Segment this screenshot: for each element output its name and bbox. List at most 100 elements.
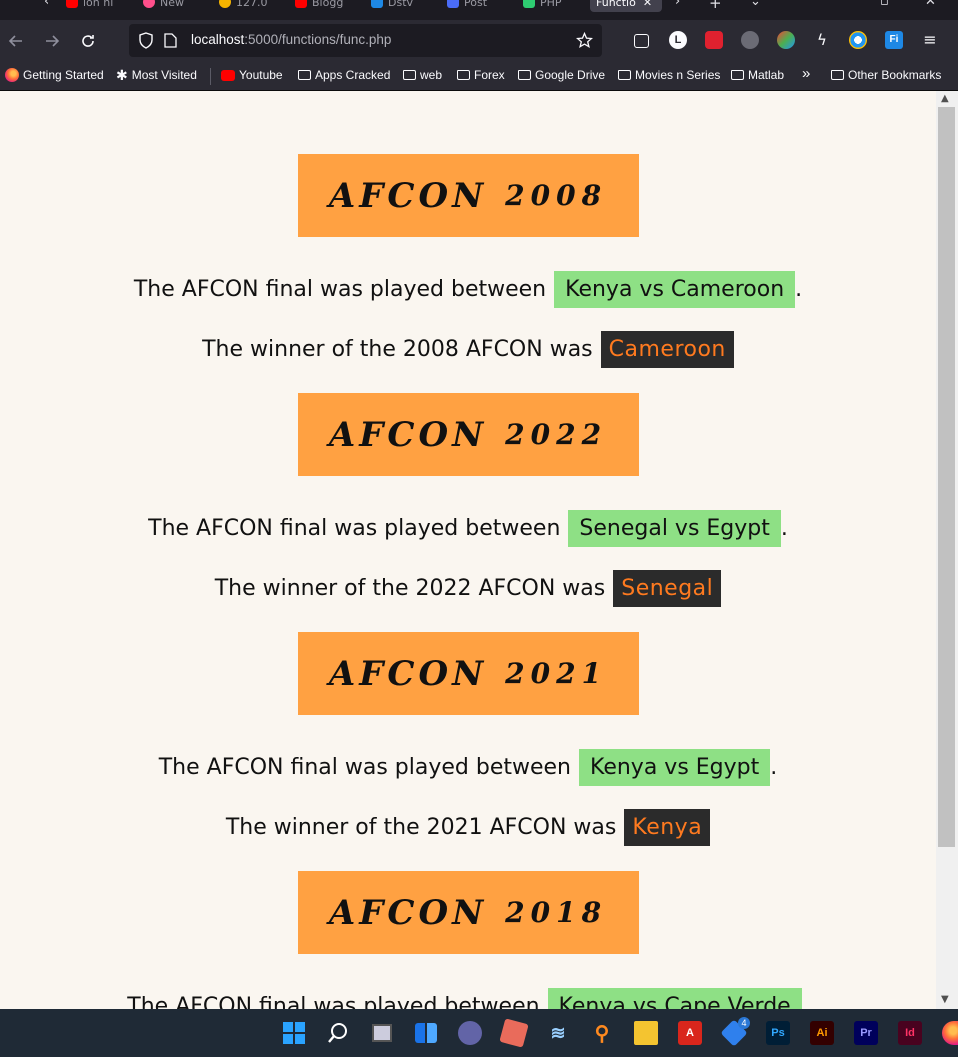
firefox-icon [143,0,155,8]
tab-label: ion hi [83,0,114,9]
bookmark-matlab[interactable]: Matlab [731,68,784,82]
bookmark-google-drive[interactable]: Google Drive [518,68,605,82]
tab-list-icon[interactable]: ⌄ [750,0,761,9]
tab-2[interactable]: New [143,0,184,12]
tab-1[interactable]: ion hi [66,0,113,12]
vertical-scrollbar[interactable]: ▲ ▼ [936,91,958,1009]
tab-7[interactable]: PHP [523,0,562,12]
start-icon[interactable] [282,1021,306,1045]
maximize-icon[interactable]: ▫ [880,0,889,9]
section-heading: AFCON 2021 [297,632,639,715]
docker-icon[interactable]: ≋ [546,1021,570,1045]
final-line: The AFCON final was played between Kenya… [0,747,936,787]
lightning-icon[interactable]: ϟ [813,31,831,49]
heading-year: 2022 [505,418,608,451]
photoshop-icon[interactable]: Ps [766,1021,790,1045]
tab-6[interactable]: Post [447,0,487,12]
shield-icon[interactable] [138,32,154,49]
bookmark-label: Youtube [239,68,283,82]
taskbar: ≋ ⚲ A 4 Ps Ai Pr Id [0,1009,958,1057]
folder-icon [403,70,416,80]
bookmark-apps-cracked[interactable]: Apps Cracked [298,68,390,82]
bookmark-label: Matlab [748,68,785,82]
search-everything-icon[interactable]: ⚲ [590,1021,614,1045]
search-icon[interactable] [326,1021,350,1045]
heading-year: 2021 [505,657,608,690]
package-icon[interactable] [499,1018,529,1048]
edge-ext-icon[interactable] [849,31,867,49]
heading-year: 2008 [505,179,608,212]
bookmark-most-visited[interactable]: ✱ Most Visited [116,68,197,82]
bookmark-youtube[interactable]: Youtube [221,68,283,82]
final-suffix: . [795,276,803,302]
heading-word: AFCON [328,414,488,455]
bookmark-forex[interactable]: Forex [457,68,505,82]
adblock-icon[interactable] [705,31,723,49]
task-view-icon[interactable] [370,1021,394,1045]
final-suffix: . [801,993,809,1010]
tab-active[interactable]: Functio ✕ [590,0,662,12]
folder-icon [831,70,844,80]
blocker-icon[interactable] [741,31,759,49]
bookmark-movies-n-series[interactable]: Movies n Series [618,68,720,82]
firefox-icon[interactable] [942,1021,958,1045]
pocket-icon[interactable] [634,34,649,48]
bookmark-getting-started[interactable]: Getting Started [5,68,104,82]
acrobat-icon[interactable]: A [678,1021,702,1045]
winner-line: The winner of the 2021 AFCON was Kenya [0,807,936,847]
tab-5[interactable]: Dstv [371,0,413,12]
premiere-icon[interactable]: Pr [854,1021,878,1045]
close-tab-icon[interactable]: ✕ [643,0,652,9]
tab-label: Dstv [388,0,414,9]
heading-year: 2018 [505,896,608,929]
scroll-up-icon[interactable]: ▲ [941,93,949,104]
url-text[interactable]: localhost:5000/functions/func.php [191,32,391,47]
url-bar[interactable]: localhost:5000/functions/func.php [129,24,602,57]
firefox-icon [5,68,19,82]
folder-icon [457,70,470,80]
final-prefix: The AFCON final was played between [133,276,547,302]
illustrator-icon[interactable]: Ai [810,1021,834,1045]
fi-ext-icon[interactable]: Fi [885,31,903,49]
tab-scroll-left-icon[interactable]: ‹ [44,0,49,9]
winner-prefix: The winner of the 2021 AFCON was [225,814,617,840]
colorzilla-icon[interactable] [777,31,795,49]
indesign-icon[interactable]: Id [898,1021,922,1045]
app-label: Ps [771,1027,785,1039]
close-window-icon[interactable]: ✕ [925,0,936,9]
tab-3[interactable]: 127.0 [219,0,268,12]
tab-label: Functio [596,0,636,9]
menu-icon[interactable]: ≡ [921,31,939,49]
page-icon[interactable] [164,33,177,48]
final-match: Kenya vs Cameroon [554,270,796,308]
other-bookmarks[interactable]: Other Bookmarks [831,68,941,82]
afcon-section: AFCON 2021 The AFCON final was played bet… [0,632,936,847]
more-bookmarks-button[interactable]: » [802,65,810,82]
bookmark-label: Most Visited [131,68,197,82]
winner-name: Cameroon [600,330,734,368]
reload-button[interactable] [76,29,100,53]
youtube-icon [295,0,307,8]
widgets-icon[interactable] [414,1021,438,1045]
scroll-down-icon[interactable]: ▼ [941,994,949,1005]
scroll-thumb[interactable] [938,107,955,847]
tab-scroll-right-icon[interactable]: › [675,0,680,9]
page-viewport[interactable]: AFCON 2008 The AFCON final was played bet… [0,91,936,1009]
afcon-section: AFCON 2008 The AFCON final was played bet… [0,154,936,369]
app-label: Pr [860,1027,872,1039]
new-tab-icon[interactable]: + [709,0,722,12]
lastpass-icon[interactable]: L [669,31,687,49]
tab-4[interactable]: Blogg [295,0,343,12]
file-explorer-icon[interactable] [634,1021,658,1045]
forward-button[interactable] [40,29,64,53]
bookmark-star-icon[interactable] [576,32,593,49]
chevron-double-right-icon: » [802,65,811,82]
teams-chat-icon[interactable] [458,1021,482,1045]
winner-prefix: The winner of the 2022 AFCON was [214,575,606,601]
bookmark-web[interactable]: web [403,68,442,82]
final-line: The AFCON final was played between Kenya… [0,269,936,309]
tab-label: New [160,0,184,9]
php-icon [523,0,535,8]
reload-icon [82,35,94,47]
back-button[interactable] [4,29,28,53]
